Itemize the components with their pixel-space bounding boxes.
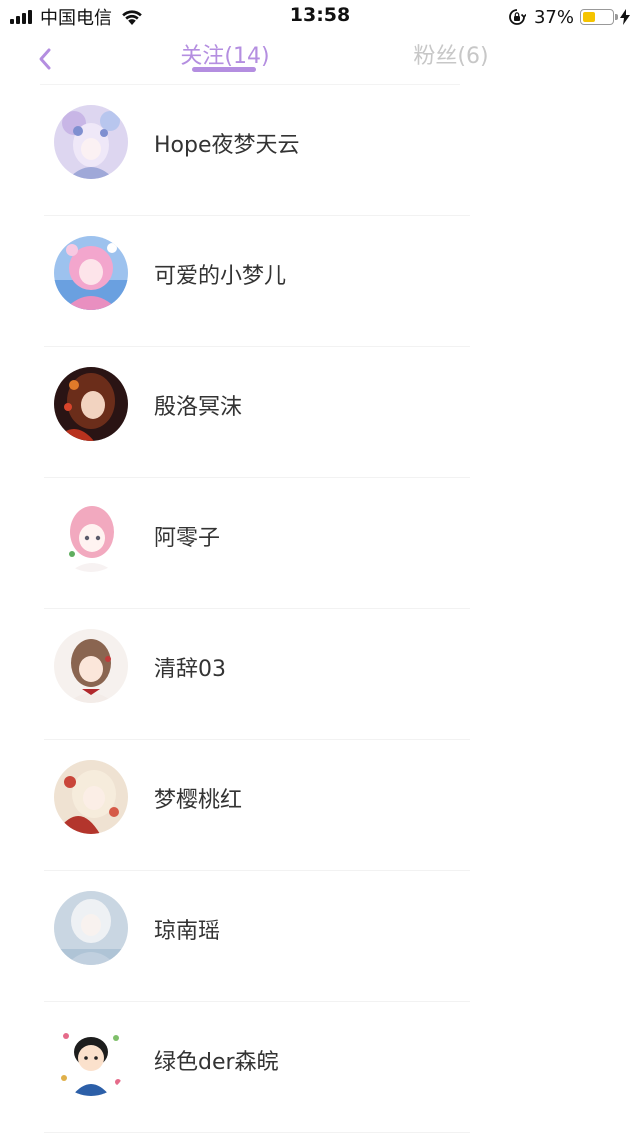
chevron-left-icon	[39, 48, 51, 70]
active-tab-indicator	[192, 67, 256, 72]
list-item[interactable]: 阿零子	[0, 478, 640, 609]
list-item[interactable]: 可爱的小梦儿	[0, 216, 640, 347]
list-item[interactable]: 殷洛冥沫	[0, 347, 640, 478]
user-name: 琼南瑶	[154, 919, 221, 944]
top-nav: 关注(14) 粉丝(6)	[0, 34, 640, 84]
tab-followers[interactable]: 粉丝(6)	[404, 38, 498, 70]
battery-fill	[583, 12, 595, 22]
avatar[interactable]	[54, 236, 128, 310]
charging-bolt-icon	[620, 9, 630, 25]
user-name: 可爱的小梦儿	[154, 264, 287, 289]
avatar[interactable]	[54, 498, 128, 572]
avatar[interactable]	[54, 367, 128, 441]
user-name: 殷洛冥沫	[154, 395, 243, 420]
user-name: Hope夜梦天云	[154, 133, 300, 158]
user-name: 清辞03	[154, 657, 226, 682]
user-name: 绿色der森皖	[154, 1050, 279, 1075]
status-bar: 中国电信 13:58 37%	[0, 0, 640, 34]
orientation-lock-icon	[509, 9, 526, 25]
anime-avatar-pale-blue-icon	[54, 891, 128, 965]
list-item[interactable]: Hope夜梦天云	[0, 85, 640, 216]
battery-icon	[580, 9, 618, 25]
tab-following[interactable]: 关注(14)	[178, 38, 272, 70]
anime-avatar-dark-red-icon	[54, 367, 128, 441]
anime-avatar-red-cream-icon	[54, 760, 128, 834]
row-divider	[44, 1132, 470, 1133]
cartoon-avatar-boy-icon	[54, 1022, 128, 1096]
avatar[interactable]	[54, 629, 128, 703]
anime-avatar-pink-hair-icon	[54, 498, 128, 572]
back-button[interactable]	[28, 42, 62, 76]
battery-percent: 37%	[533, 6, 574, 28]
user-name: 阿零子	[154, 526, 221, 551]
avatar[interactable]	[54, 1022, 128, 1096]
list-item[interactable]: 梦樱桃红	[0, 740, 640, 871]
list-item[interactable]: 绿色der森皖	[0, 1002, 640, 1133]
list-item[interactable]: 琼南瑶	[0, 871, 640, 1002]
user-name: 梦樱桃红	[154, 788, 243, 813]
anime-avatar-brown-hair-icon	[54, 629, 128, 703]
anime-avatar-lilac-icon	[54, 105, 128, 179]
following-list: Hope夜梦天云 可爱的小梦儿 殷洛冥沫 阿零子 清辞03 梦樱桃红 琼南瑶 绿…	[0, 85, 640, 1133]
avatar[interactable]	[54, 891, 128, 965]
avatar[interactable]	[54, 760, 128, 834]
status-right: 37%	[508, 5, 630, 29]
avatar[interactable]	[54, 105, 128, 179]
list-item[interactable]: 清辞03	[0, 609, 640, 740]
anime-avatar-pink-blue-icon	[54, 236, 128, 310]
